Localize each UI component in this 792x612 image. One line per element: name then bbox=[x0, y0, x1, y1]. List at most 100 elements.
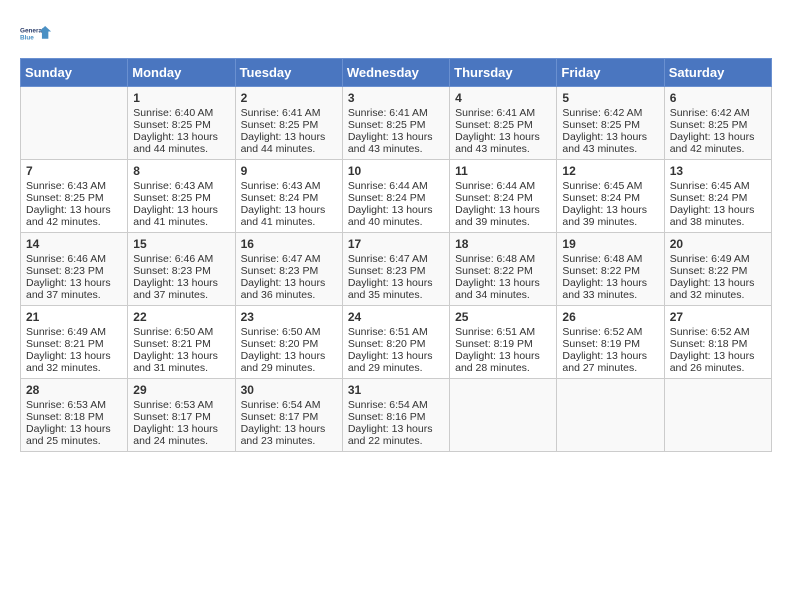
cell-info-line: Daylight: 13 hours bbox=[133, 131, 229, 143]
day-header-saturday: Saturday bbox=[664, 59, 771, 87]
calendar-cell: 4Sunrise: 6:41 AMSunset: 8:25 PMDaylight… bbox=[450, 87, 557, 160]
day-number: 28 bbox=[26, 383, 122, 397]
cell-info-line: Daylight: 13 hours bbox=[562, 131, 658, 143]
cell-info-line: and 35 minutes. bbox=[348, 289, 444, 301]
cell-info-line: and 40 minutes. bbox=[348, 216, 444, 228]
day-number: 2 bbox=[241, 91, 337, 105]
calendar-cell bbox=[21, 87, 128, 160]
calendar-cell: 28Sunrise: 6:53 AMSunset: 8:18 PMDayligh… bbox=[21, 379, 128, 452]
day-header-tuesday: Tuesday bbox=[235, 59, 342, 87]
cell-info-line: Daylight: 13 hours bbox=[241, 350, 337, 362]
cell-info-line: and 26 minutes. bbox=[670, 362, 766, 374]
cell-info-line: Sunrise: 6:42 AM bbox=[562, 107, 658, 119]
cell-info-line: Sunset: 8:23 PM bbox=[133, 265, 229, 277]
cell-info-line: Sunrise: 6:50 AM bbox=[133, 326, 229, 338]
cell-info-line: Sunset: 8:24 PM bbox=[241, 192, 337, 204]
logo: GeneralBlue bbox=[20, 20, 52, 48]
cell-info-line: Sunset: 8:25 PM bbox=[455, 119, 551, 131]
cell-info-line: Daylight: 13 hours bbox=[348, 350, 444, 362]
cell-info-line: and 33 minutes. bbox=[562, 289, 658, 301]
calendar-week-row: 14Sunrise: 6:46 AMSunset: 8:23 PMDayligh… bbox=[21, 233, 772, 306]
svg-text:Blue: Blue bbox=[20, 35, 34, 42]
cell-info-line: Daylight: 13 hours bbox=[455, 350, 551, 362]
cell-info-line: and 43 minutes. bbox=[348, 143, 444, 155]
calendar-cell: 11Sunrise: 6:44 AMSunset: 8:24 PMDayligh… bbox=[450, 160, 557, 233]
cell-info-line: Sunset: 8:21 PM bbox=[26, 338, 122, 350]
cell-info-line: and 38 minutes. bbox=[670, 216, 766, 228]
day-number: 5 bbox=[562, 91, 658, 105]
cell-info-line: Daylight: 13 hours bbox=[241, 277, 337, 289]
cell-info-line: Daylight: 13 hours bbox=[26, 204, 122, 216]
day-number: 19 bbox=[562, 237, 658, 251]
cell-info-line: Sunset: 8:18 PM bbox=[26, 411, 122, 423]
cell-info-line: Daylight: 13 hours bbox=[670, 131, 766, 143]
cell-info-line: Sunrise: 6:41 AM bbox=[348, 107, 444, 119]
day-number: 16 bbox=[241, 237, 337, 251]
cell-info-line: and 41 minutes. bbox=[241, 216, 337, 228]
cell-info-line: Sunset: 8:17 PM bbox=[133, 411, 229, 423]
day-number: 8 bbox=[133, 164, 229, 178]
calendar-cell: 2Sunrise: 6:41 AMSunset: 8:25 PMDaylight… bbox=[235, 87, 342, 160]
page-header: GeneralBlue bbox=[20, 20, 772, 48]
cell-info-line: Daylight: 13 hours bbox=[562, 350, 658, 362]
cell-info-line: Sunrise: 6:51 AM bbox=[455, 326, 551, 338]
cell-info-line: Sunrise: 6:46 AM bbox=[26, 253, 122, 265]
calendar-cell: 7Sunrise: 6:43 AMSunset: 8:25 PMDaylight… bbox=[21, 160, 128, 233]
calendar-cell: 21Sunrise: 6:49 AMSunset: 8:21 PMDayligh… bbox=[21, 306, 128, 379]
cell-info-line: Daylight: 13 hours bbox=[670, 277, 766, 289]
cell-info-line: Sunrise: 6:52 AM bbox=[670, 326, 766, 338]
calendar-week-row: 7Sunrise: 6:43 AMSunset: 8:25 PMDaylight… bbox=[21, 160, 772, 233]
calendar-cell: 23Sunrise: 6:50 AMSunset: 8:20 PMDayligh… bbox=[235, 306, 342, 379]
day-number: 31 bbox=[348, 383, 444, 397]
cell-info-line: Daylight: 13 hours bbox=[348, 204, 444, 216]
cell-info-line: Sunset: 8:22 PM bbox=[670, 265, 766, 277]
day-number: 26 bbox=[562, 310, 658, 324]
cell-info-line: Daylight: 13 hours bbox=[241, 204, 337, 216]
calendar-cell: 27Sunrise: 6:52 AMSunset: 8:18 PMDayligh… bbox=[664, 306, 771, 379]
cell-info-line: Daylight: 13 hours bbox=[455, 277, 551, 289]
calendar-cell: 26Sunrise: 6:52 AMSunset: 8:19 PMDayligh… bbox=[557, 306, 664, 379]
cell-info-line: Sunrise: 6:53 AM bbox=[133, 399, 229, 411]
cell-info-line: Sunrise: 6:47 AM bbox=[348, 253, 444, 265]
cell-info-line: Sunrise: 6:43 AM bbox=[133, 180, 229, 192]
cell-info-line: Sunrise: 6:51 AM bbox=[348, 326, 444, 338]
cell-info-line: Sunset: 8:24 PM bbox=[455, 192, 551, 204]
cell-info-line: Sunrise: 6:47 AM bbox=[241, 253, 337, 265]
cell-info-line: Daylight: 13 hours bbox=[133, 204, 229, 216]
cell-info-line: Sunset: 8:25 PM bbox=[133, 119, 229, 131]
calendar-header-row: SundayMondayTuesdayWednesdayThursdayFrid… bbox=[21, 59, 772, 87]
cell-info-line: Sunrise: 6:41 AM bbox=[241, 107, 337, 119]
day-number: 12 bbox=[562, 164, 658, 178]
day-number: 17 bbox=[348, 237, 444, 251]
cell-info-line: Sunset: 8:23 PM bbox=[26, 265, 122, 277]
cell-info-line: and 39 minutes. bbox=[455, 216, 551, 228]
cell-info-line: Sunrise: 6:54 AM bbox=[348, 399, 444, 411]
cell-info-line: and 43 minutes. bbox=[562, 143, 658, 155]
calendar-cell: 17Sunrise: 6:47 AMSunset: 8:23 PMDayligh… bbox=[342, 233, 449, 306]
calendar-cell: 18Sunrise: 6:48 AMSunset: 8:22 PMDayligh… bbox=[450, 233, 557, 306]
calendar-cell bbox=[664, 379, 771, 452]
cell-info-line: and 32 minutes. bbox=[26, 362, 122, 374]
day-number: 4 bbox=[455, 91, 551, 105]
cell-info-line: Sunset: 8:21 PM bbox=[133, 338, 229, 350]
cell-info-line: Daylight: 13 hours bbox=[562, 277, 658, 289]
calendar-cell: 31Sunrise: 6:54 AMSunset: 8:16 PMDayligh… bbox=[342, 379, 449, 452]
cell-info-line: and 44 minutes. bbox=[241, 143, 337, 155]
cell-info-line: and 42 minutes. bbox=[670, 143, 766, 155]
cell-info-line: Sunset: 8:24 PM bbox=[562, 192, 658, 204]
calendar-cell: 3Sunrise: 6:41 AMSunset: 8:25 PMDaylight… bbox=[342, 87, 449, 160]
cell-info-line: Sunset: 8:25 PM bbox=[348, 119, 444, 131]
day-header-wednesday: Wednesday bbox=[342, 59, 449, 87]
cell-info-line: Sunset: 8:25 PM bbox=[562, 119, 658, 131]
day-number: 18 bbox=[455, 237, 551, 251]
cell-info-line: and 29 minutes. bbox=[348, 362, 444, 374]
cell-info-line: Sunset: 8:17 PM bbox=[241, 411, 337, 423]
cell-info-line: Daylight: 13 hours bbox=[241, 131, 337, 143]
cell-info-line: and 22 minutes. bbox=[348, 435, 444, 447]
cell-info-line: Daylight: 13 hours bbox=[670, 350, 766, 362]
day-number: 20 bbox=[670, 237, 766, 251]
day-number: 25 bbox=[455, 310, 551, 324]
cell-info-line: Sunset: 8:19 PM bbox=[562, 338, 658, 350]
cell-info-line: and 41 minutes. bbox=[133, 216, 229, 228]
cell-info-line: and 36 minutes. bbox=[241, 289, 337, 301]
